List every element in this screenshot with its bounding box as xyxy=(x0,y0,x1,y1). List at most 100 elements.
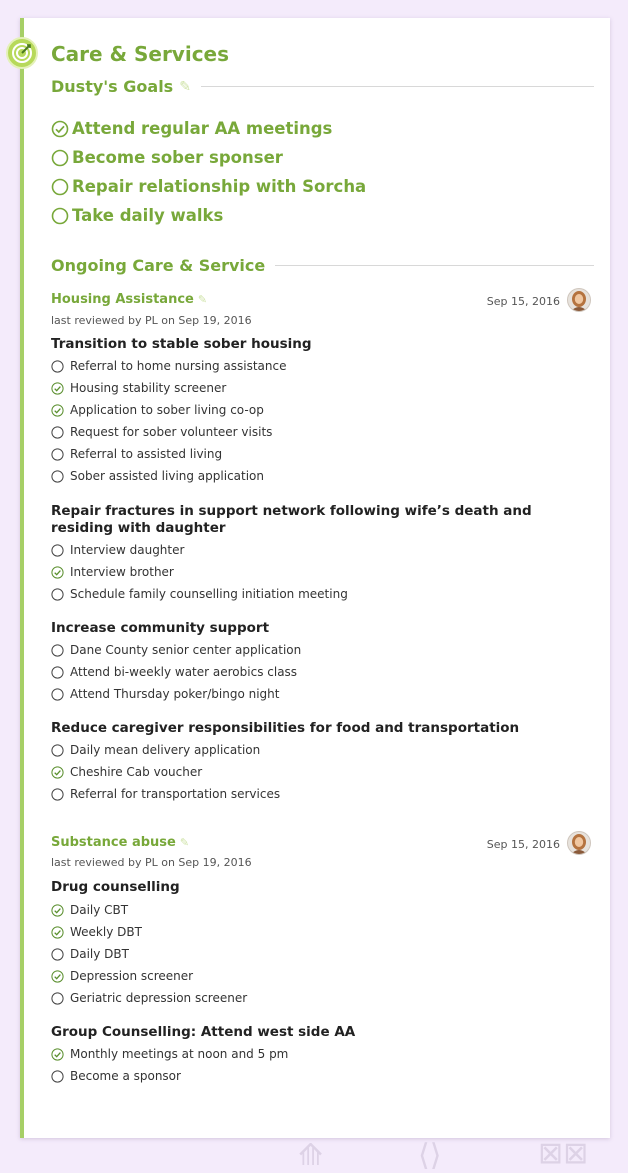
goal-item[interactable]: Become sober sponser xyxy=(51,148,283,167)
avatar[interactable] xyxy=(567,288,591,312)
check-circle-icon xyxy=(51,403,64,417)
task-label: Daily CBT xyxy=(70,903,129,917)
task-item[interactable]: Monthly meetings at noon and 5 pm xyxy=(51,1047,288,1061)
ongoing-section-header: Ongoing Care & Service xyxy=(51,256,594,275)
avatar-image xyxy=(571,834,587,854)
circle-icon xyxy=(51,178,69,195)
last-reviewed-text: last reviewed by PL on Sep 19, 2016 xyxy=(51,314,252,327)
task-label: Cheshire Cab voucher xyxy=(70,765,203,779)
service-name-label: Housing Assistance xyxy=(51,292,194,307)
task-label: Interview daughter xyxy=(70,543,185,557)
goals-heading: Dusty's Goals xyxy=(51,77,174,96)
task-item[interactable]: Depression screener xyxy=(51,969,193,983)
task-item[interactable]: Dane County senior center application xyxy=(51,643,301,657)
task-label: Interview brother xyxy=(70,565,174,579)
task-item[interactable]: Attend bi-weekly water aerobics class xyxy=(51,665,297,679)
task-item[interactable]: Referral for transportation services xyxy=(51,787,280,801)
circle-icon xyxy=(51,543,64,557)
circle-icon xyxy=(51,991,64,1005)
task-label: Depression screener xyxy=(70,969,194,983)
task-item[interactable]: Housing stability screener xyxy=(51,381,226,395)
goal-item[interactable]: Take daily walks xyxy=(51,206,223,225)
task-item[interactable]: Become a sponsor xyxy=(51,1069,181,1083)
task-label: Application to sober living co-op xyxy=(70,403,264,417)
task-item[interactable]: Daily mean delivery application xyxy=(51,743,260,757)
care-services-card: Care & Services Dusty's Goals ✎ Attend r… xyxy=(20,18,610,1138)
check-circle-icon xyxy=(51,120,69,137)
service-name-substance-abuse[interactable]: Substance abuse ✎ xyxy=(51,835,189,850)
task-item[interactable]: Interview brother xyxy=(51,565,174,579)
task-group-title: Drug counselling xyxy=(51,879,180,895)
target-icon xyxy=(6,37,38,69)
task-label: Daily DBT xyxy=(70,947,129,961)
circle-icon xyxy=(51,1069,64,1083)
service-name-housing[interactable]: Housing Assistance ✎ xyxy=(51,292,207,307)
task-item[interactable]: Attend Thursday poker/bingo night xyxy=(51,687,279,701)
goals-section-header: Dusty's Goals ✎ xyxy=(51,77,594,96)
circle-icon xyxy=(51,469,64,483)
check-circle-icon xyxy=(51,969,64,983)
task-item[interactable]: Sober assisted living application xyxy=(51,469,264,483)
task-item[interactable]: Interview daughter xyxy=(51,543,184,557)
goal-label: Attend regular AA meetings xyxy=(72,119,333,138)
check-circle-icon xyxy=(51,381,64,395)
circle-icon xyxy=(51,425,64,439)
divider xyxy=(200,86,594,87)
task-item[interactable]: Referral to assisted living xyxy=(51,447,222,461)
task-item[interactable]: Cheshire Cab voucher xyxy=(51,765,202,779)
goal-item[interactable]: Repair relationship with Sorcha xyxy=(51,177,366,196)
task-item[interactable]: Application to sober living co-op xyxy=(51,403,264,417)
ongoing-heading: Ongoing Care & Service xyxy=(51,256,266,275)
circle-icon xyxy=(51,665,64,679)
check-circle-icon xyxy=(51,565,64,579)
task-group-title: Transition to stable sober housing xyxy=(51,336,312,352)
task-item[interactable]: Geriatric depression screener xyxy=(51,991,247,1005)
task-label: Referral to assisted living xyxy=(70,447,223,461)
task-label: Daily mean delivery application xyxy=(70,743,261,757)
circle-icon xyxy=(51,207,69,224)
background-decoration: ⟨⟩ xyxy=(418,1138,442,1173)
goal-label: Repair relationship with Sorcha xyxy=(72,177,367,196)
circle-icon xyxy=(51,643,64,657)
avatar-image xyxy=(571,291,587,311)
task-label: Referral to home nursing assistance xyxy=(70,359,287,373)
task-item[interactable]: Daily DBT xyxy=(51,947,129,961)
pencil-icon[interactable]: ✎ xyxy=(180,836,189,849)
task-group-title: Reduce caregiver responsibilities for fo… xyxy=(51,720,520,736)
pencil-icon[interactable]: ✎ xyxy=(198,293,207,306)
check-circle-icon xyxy=(51,1047,64,1061)
background-decoration: ⟰ xyxy=(298,1138,324,1173)
task-group-title: Group Counselling: Attend west side AA xyxy=(51,1024,356,1040)
page-title: Care & Services xyxy=(51,42,230,66)
circle-icon xyxy=(51,587,64,601)
task-item[interactable]: Referral to home nursing assistance xyxy=(51,359,287,373)
task-label: Monthly meetings at noon and 5 pm xyxy=(70,1047,289,1061)
task-label: Sober assisted living application xyxy=(70,469,265,483)
task-group-title: Increase community support xyxy=(51,620,270,636)
task-item[interactable]: Weekly DBT xyxy=(51,925,142,939)
circle-icon xyxy=(51,743,64,757)
check-circle-icon xyxy=(51,765,64,779)
service-date: Sep 15, 2016 xyxy=(486,838,560,851)
task-item[interactable]: Daily CBT xyxy=(51,903,128,917)
task-label: Housing stability screener xyxy=(70,381,227,395)
circle-icon xyxy=(51,687,64,701)
goal-item[interactable]: Attend regular AA meetings xyxy=(51,119,332,138)
check-circle-icon xyxy=(51,903,64,917)
task-label: Dane County senior center application xyxy=(70,643,302,657)
task-label: Geriatric depression screener xyxy=(70,991,248,1005)
task-label: Become a sponsor xyxy=(70,1069,181,1083)
task-label: Request for sober volunteer visits xyxy=(70,425,273,439)
task-item[interactable]: Request for sober volunteer visits xyxy=(51,425,272,439)
circle-icon xyxy=(51,149,69,166)
service-date: Sep 15, 2016 xyxy=(486,295,560,308)
task-item[interactable]: Schedule family counselling initiation m… xyxy=(51,587,348,601)
background-decoration: ⊠⊠ xyxy=(538,1136,589,1171)
goal-label: Become sober sponser xyxy=(72,148,283,167)
circle-icon xyxy=(51,947,64,961)
avatar[interactable] xyxy=(567,831,591,855)
service-name-label: Substance abuse xyxy=(51,835,176,850)
pencil-icon[interactable]: ✎ xyxy=(179,79,191,95)
task-label: Attend bi-weekly water aerobics class xyxy=(70,665,298,679)
task-label: Referral for transportation services xyxy=(70,787,281,801)
